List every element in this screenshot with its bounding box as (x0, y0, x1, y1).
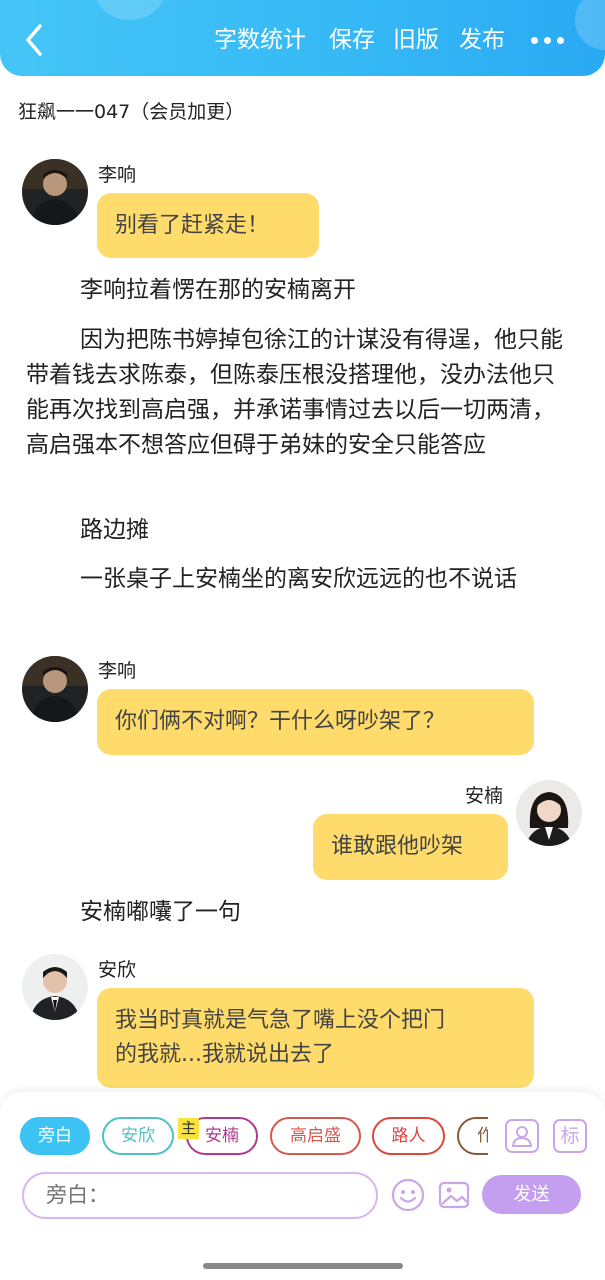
narration-text[interactable]: 李响拉着愣在那的安楠离开 (26, 273, 571, 308)
send-button[interactable]: 发送 (482, 1175, 581, 1214)
role-selector: 旁白 安欣 安楠 高启盛 路人 作 (20, 1117, 488, 1157)
back-button[interactable] (16, 20, 52, 60)
add-character-icon[interactable] (505, 1119, 539, 1153)
chapter-title: 狂飙一一047（会员加更） (18, 101, 245, 123)
person-avatar-icon (22, 159, 88, 225)
top-bar: 字数统计 保存 旧版 发布 (0, 0, 605, 76)
image-icon[interactable] (437, 1178, 471, 1212)
avatar-an-nan[interactable] (516, 780, 582, 846)
message-input-field[interactable] (46, 1183, 346, 1207)
home-indicator (203, 1263, 403, 1269)
narration-text[interactable]: 因为把陈书婷掉包徐江的计谋没有得逞，他只能带着钱去求陈泰，但陈泰压根没搭理他，没… (26, 323, 571, 463)
dialogue-line: 我当时真就是气急了嘴上没个把门 (115, 1008, 446, 1033)
person-avatar-icon (22, 656, 88, 722)
old-version-button[interactable]: 旧版 (393, 24, 439, 56)
dialogue-bubble[interactable]: 我当时真就是气急了嘴上没个把门 的我就...我就说出去了 (97, 988, 534, 1088)
chevron-left-icon (26, 24, 42, 56)
label-icon[interactable]: 标 (553, 1119, 587, 1153)
smiley-icon (391, 1178, 425, 1212)
dialogue-bubble[interactable]: 谁敢跟他吵架 (313, 814, 508, 880)
picture-icon (438, 1181, 470, 1209)
message-input[interactable] (22, 1172, 378, 1219)
publish-button[interactable]: 发布 (459, 24, 505, 56)
avatar-an-xin[interactable] (22, 954, 88, 1020)
dialogue-bubble[interactable]: 你们俩不对啊？干什么呀吵架了？ (97, 689, 534, 755)
narration-text[interactable]: 一张桌子上安楠坐的离安欣远远的也不说话 (26, 562, 571, 597)
narration-text[interactable]: 安楠嘟囔了一句 (26, 895, 571, 930)
role-chip-an-xin[interactable]: 安欣 (102, 1117, 174, 1155)
speaker-name: 安欣 (98, 959, 137, 981)
role-chip-passerby[interactable]: 路人 (372, 1117, 445, 1155)
role-chip-author[interactable]: 作 (457, 1117, 488, 1155)
header-decoration (575, 0, 605, 50)
role-chip-narrator[interactable]: 旁白 (20, 1117, 90, 1155)
emoji-icon[interactable] (391, 1178, 425, 1212)
person-avatar-icon (22, 954, 88, 1020)
main-role-badge: 主 (178, 1118, 199, 1139)
speaker-name: 李响 (98, 164, 137, 186)
word-count-button[interactable]: 字数统计 (214, 24, 306, 56)
speaker-name: 李响 (98, 660, 137, 682)
speaker-name: 安楠 (465, 785, 504, 807)
narration-text[interactable]: 路边摊 (26, 513, 571, 548)
role-chip-gao-qisheng[interactable]: 高启盛 (270, 1117, 361, 1155)
person-icon (511, 1126, 533, 1147)
header-decoration (95, 0, 165, 20)
dialogue-line: 的我就...我就说出去了 (115, 1042, 334, 1067)
save-button[interactable]: 保存 (329, 24, 375, 56)
avatar-li-xiang[interactable] (22, 656, 88, 722)
more-icon[interactable] (531, 28, 565, 52)
avatar-li-xiang[interactable] (22, 159, 88, 225)
person-avatar-icon (516, 780, 582, 846)
dialogue-bubble[interactable]: 别看了赶紧走！ (97, 193, 319, 258)
